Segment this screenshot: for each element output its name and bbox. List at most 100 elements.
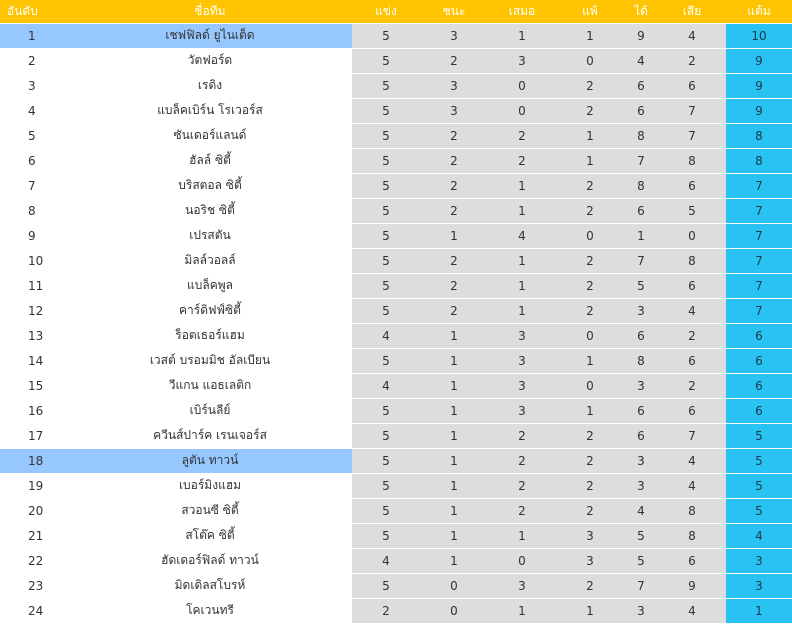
header-points: แต้ม xyxy=(726,0,792,24)
table-header: อันดับ ชื่อทีม แข่ง ชนะ เสมอ แพ้ ได้ เสี… xyxy=(0,0,792,24)
goals-for-cell: 3 xyxy=(624,473,658,499)
goals-for-cell: 9 xyxy=(624,23,658,49)
drawn-cell: 1 xyxy=(488,523,556,549)
lost-cell: 2 xyxy=(556,448,624,474)
standings-table: อันดับ ชื่อทีม แข่ง ชนะ เสมอ แพ้ ได้ เสี… xyxy=(0,0,792,624)
lost-cell: 2 xyxy=(556,273,624,299)
drawn-cell: 2 xyxy=(488,123,556,149)
goals-for-cell: 3 xyxy=(624,598,658,624)
goals-for-cell: 7 xyxy=(624,148,658,174)
points-cell: 8 xyxy=(726,123,792,149)
table-row: 5 ซันเดอร์แลนด์ 5 2 2 1 8 7 8 xyxy=(0,123,792,149)
lost-cell: 3 xyxy=(556,548,624,574)
table-row: 17 ควีนส์ปาร์ค เรนเจอร์ส 5 1 2 2 6 7 5 xyxy=(0,423,792,449)
team-name: วัตฟอร์ด xyxy=(68,48,352,74)
rank-cell: 18 xyxy=(0,448,68,474)
table-row: 22 ฮัดเดอร์ฟิลด์ ทาวน์ 4 1 0 3 5 6 3 xyxy=(0,548,792,574)
points-cell: 1 xyxy=(726,598,792,624)
team-name: แบล็คเบิร์น โรเวอร์ส xyxy=(68,98,352,124)
rank-cell: 3 xyxy=(0,73,68,99)
table-row: 14 เวสต์ บรอมมิช อัลเบียน 5 1 3 1 8 6 6 xyxy=(0,348,792,374)
goals-against-cell: 7 xyxy=(658,98,726,124)
won-cell: 1 xyxy=(420,498,488,524)
won-cell: 2 xyxy=(420,298,488,324)
points-cell: 7 xyxy=(726,173,792,199)
played-cell: 5 xyxy=(352,423,420,449)
played-cell: 5 xyxy=(352,48,420,74)
won-cell: 0 xyxy=(420,573,488,599)
rank-cell: 1 xyxy=(0,23,68,49)
won-cell: 1 xyxy=(420,348,488,374)
goals-for-cell: 4 xyxy=(624,48,658,74)
lost-cell: 2 xyxy=(556,573,624,599)
drawn-cell: 2 xyxy=(488,498,556,524)
drawn-cell: 3 xyxy=(488,573,556,599)
goals-for-cell: 5 xyxy=(624,523,658,549)
team-name: ฮัลล์ ซิตี้ xyxy=(68,148,352,174)
header-won: ชนะ xyxy=(420,0,488,24)
goals-for-cell: 6 xyxy=(624,323,658,349)
rank-cell: 11 xyxy=(0,273,68,299)
lost-cell: 2 xyxy=(556,98,624,124)
drawn-cell: 3 xyxy=(488,323,556,349)
table-row: 1 เชฟฟิลด์ ยูไนเต็ด 5 3 1 1 9 4 10 xyxy=(0,23,792,49)
table-row: 11 แบล็คพูล 5 2 1 2 5 6 7 xyxy=(0,273,792,299)
goals-against-cell: 9 xyxy=(658,573,726,599)
team-name: ร็อตเธอร์แฮม xyxy=(68,323,352,349)
played-cell: 5 xyxy=(352,448,420,474)
drawn-cell: 3 xyxy=(488,348,556,374)
goals-against-cell: 6 xyxy=(658,73,726,99)
played-cell: 4 xyxy=(352,323,420,349)
drawn-cell: 0 xyxy=(488,73,556,99)
goals-for-cell: 8 xyxy=(624,173,658,199)
goals-for-cell: 7 xyxy=(624,248,658,274)
table-row: 12 คาร์ดิฟฟ์ซิตี้ 5 2 1 2 3 4 7 xyxy=(0,298,792,324)
goals-for-cell: 8 xyxy=(624,348,658,374)
goals-against-cell: 4 xyxy=(658,298,726,324)
team-name: สโต๊ค ซิตี้ xyxy=(68,523,352,549)
lost-cell: 2 xyxy=(556,498,624,524)
points-cell: 5 xyxy=(726,423,792,449)
won-cell: 1 xyxy=(420,448,488,474)
lost-cell: 3 xyxy=(556,523,624,549)
lost-cell: 1 xyxy=(556,123,624,149)
lost-cell: 0 xyxy=(556,373,624,399)
rank-cell: 5 xyxy=(0,123,68,149)
won-cell: 3 xyxy=(420,98,488,124)
table-row: 20 สวอนซี ซิตี้ 5 1 2 2 4 8 5 xyxy=(0,498,792,524)
goals-against-cell: 6 xyxy=(658,348,726,374)
points-cell: 9 xyxy=(726,73,792,99)
drawn-cell: 2 xyxy=(488,148,556,174)
won-cell: 2 xyxy=(420,198,488,224)
table-row: 18 ลูตัน ทาวน์ 5 1 2 2 3 4 5 xyxy=(0,448,792,474)
points-cell: 6 xyxy=(726,323,792,349)
won-cell: 1 xyxy=(420,523,488,549)
drawn-cell: 2 xyxy=(488,473,556,499)
rank-cell: 15 xyxy=(0,373,68,399)
lost-cell: 0 xyxy=(556,48,624,74)
table-row: 19 เบอร์มิงแฮม 5 1 2 2 3 4 5 xyxy=(0,473,792,499)
header-rank: อันดับ xyxy=(0,0,68,24)
goals-against-cell: 6 xyxy=(658,273,726,299)
played-cell: 5 xyxy=(352,573,420,599)
rank-cell: 21 xyxy=(0,523,68,549)
drawn-cell: 4 xyxy=(488,223,556,249)
played-cell: 5 xyxy=(352,348,420,374)
won-cell: 2 xyxy=(420,48,488,74)
won-cell: 1 xyxy=(420,373,488,399)
goals-for-cell: 6 xyxy=(624,398,658,424)
points-cell: 5 xyxy=(726,498,792,524)
rank-cell: 12 xyxy=(0,298,68,324)
played-cell: 5 xyxy=(352,398,420,424)
drawn-cell: 1 xyxy=(488,273,556,299)
goals-against-cell: 7 xyxy=(658,123,726,149)
header-goals-against: เสีย xyxy=(658,0,726,24)
header-goals-for: ได้ xyxy=(624,0,658,24)
rank-cell: 10 xyxy=(0,248,68,274)
goals-for-cell: 5 xyxy=(624,548,658,574)
points-cell: 10 xyxy=(726,23,792,49)
team-name: เบอร์มิงแฮม xyxy=(68,473,352,499)
points-cell: 7 xyxy=(726,198,792,224)
rank-cell: 16 xyxy=(0,398,68,424)
played-cell: 5 xyxy=(352,98,420,124)
